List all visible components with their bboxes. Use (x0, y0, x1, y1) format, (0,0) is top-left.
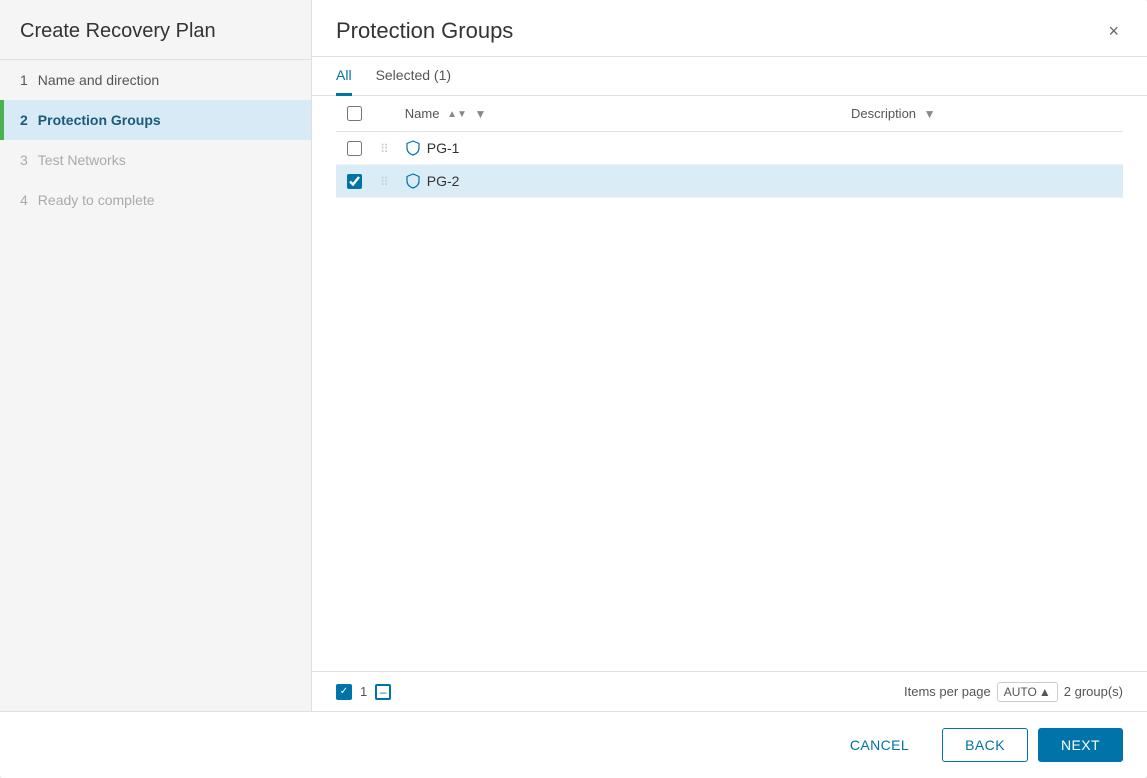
chevron-up-icon: ▲ (1039, 685, 1051, 699)
sidebar-step-4[interactable]: 4 Ready to complete (0, 180, 311, 220)
group-count: 2 group(s) (1064, 684, 1123, 699)
table-area: Name ▲▼ ▼ Description ▼ (312, 96, 1147, 671)
sidebar-steps: 1 Name and direction 2 Protection Groups… (0, 60, 311, 220)
sidebar-step-label-3: Test Networks (38, 152, 126, 168)
footer-left: ✓ 1 – (336, 684, 391, 700)
name-sort-icons[interactable]: ▲▼ (447, 109, 467, 120)
sidebar-step-label-1: Name and direction (38, 72, 159, 88)
footer-right: Items per page AUTO ▲ 2 group(s) (904, 682, 1123, 702)
sidebar-title: Create Recovery Plan (0, 0, 311, 60)
row-pg2-checkbox-cell (336, 165, 372, 198)
row-pg1-drag: ⠿ (372, 132, 397, 165)
row-pg1-description (843, 132, 1123, 165)
items-per-page-select[interactable]: AUTO ▲ (997, 682, 1058, 702)
main-header: Protection Groups × (312, 0, 1147, 57)
drag-handle-icon[interactable]: ⠿ (380, 175, 389, 189)
row-pg2-name-cell: PG-2 (397, 165, 843, 198)
step-number-4: 4 (20, 192, 28, 208)
header-drag-cell (372, 96, 397, 132)
header-checkbox-cell (336, 96, 372, 132)
main-title: Protection Groups (336, 18, 513, 44)
step-number-2: 2 (20, 112, 28, 128)
shield-icon (405, 140, 421, 156)
row-pg1-checkbox-cell (336, 132, 372, 165)
sidebar-step-label-4: Ready to complete (38, 192, 155, 208)
desc-filter-icon[interactable]: ▼ (924, 107, 936, 121)
dialog-body: Create Recovery Plan 1 Name and directio… (0, 0, 1147, 711)
selected-check-icon: ✓ (336, 684, 352, 700)
step-number-1: 1 (20, 72, 28, 88)
table-row: ⠿ PG-2 (336, 165, 1123, 198)
back-button[interactable]: BACK (942, 728, 1028, 762)
main-content: Protection Groups × All Selected (1) (312, 0, 1147, 711)
shield-icon (405, 173, 421, 189)
tab-selected[interactable]: Selected (1) (376, 57, 451, 96)
table-header-row: Name ▲▼ ▼ Description ▼ (336, 96, 1123, 132)
name-filter-icon[interactable]: ▼ (475, 107, 487, 121)
row-pg1-name: PG-1 (427, 140, 460, 156)
create-recovery-plan-dialog: Create Recovery Plan 1 Name and directio… (0, 0, 1147, 778)
row-pg2-checkbox[interactable] (347, 174, 362, 189)
dialog-footer: CANCEL BACK NEXT (0, 711, 1147, 778)
tab-all[interactable]: All (336, 57, 352, 96)
row-pg1-name-cell: PG-1 (397, 132, 843, 165)
row-pg2-name: PG-2 (427, 173, 460, 189)
selected-count: 1 (360, 684, 367, 699)
select-all-checkbox[interactable] (347, 106, 362, 121)
cancel-button[interactable]: CANCEL (827, 728, 932, 762)
sidebar-step-2[interactable]: 2 Protection Groups (0, 100, 311, 140)
table-footer: ✓ 1 – Items per page AUTO ▲ 2 group(s) (312, 671, 1147, 711)
items-per-page-value: AUTO (1004, 685, 1037, 699)
next-button[interactable]: NEXT (1038, 728, 1123, 762)
close-button[interactable]: × (1104, 18, 1123, 44)
sidebar-step-1[interactable]: 1 Name and direction (0, 60, 311, 100)
tabs-bar: All Selected (1) (312, 57, 1147, 96)
sidebar: Create Recovery Plan 1 Name and directio… (0, 0, 312, 711)
row-pg2-drag: ⠿ (372, 165, 397, 198)
drag-handle-icon[interactable]: ⠿ (380, 142, 389, 156)
header-description: Description ▼ (843, 96, 1123, 132)
table-row: ⠿ PG-1 (336, 132, 1123, 165)
protection-groups-table: Name ▲▼ ▼ Description ▼ (336, 96, 1123, 198)
row-pg1-checkbox[interactable] (347, 141, 362, 156)
sidebar-step-3[interactable]: 3 Test Networks (0, 140, 311, 180)
row-pg2-description (843, 165, 1123, 198)
header-name: Name ▲▼ ▼ (397, 96, 843, 132)
step-number-3: 3 (20, 152, 28, 168)
minus-icon[interactable]: – (375, 684, 391, 700)
sidebar-step-label-2: Protection Groups (38, 112, 161, 128)
table-body: ⠿ PG-1 (336, 132, 1123, 198)
items-per-page-label: Items per page (904, 684, 991, 699)
